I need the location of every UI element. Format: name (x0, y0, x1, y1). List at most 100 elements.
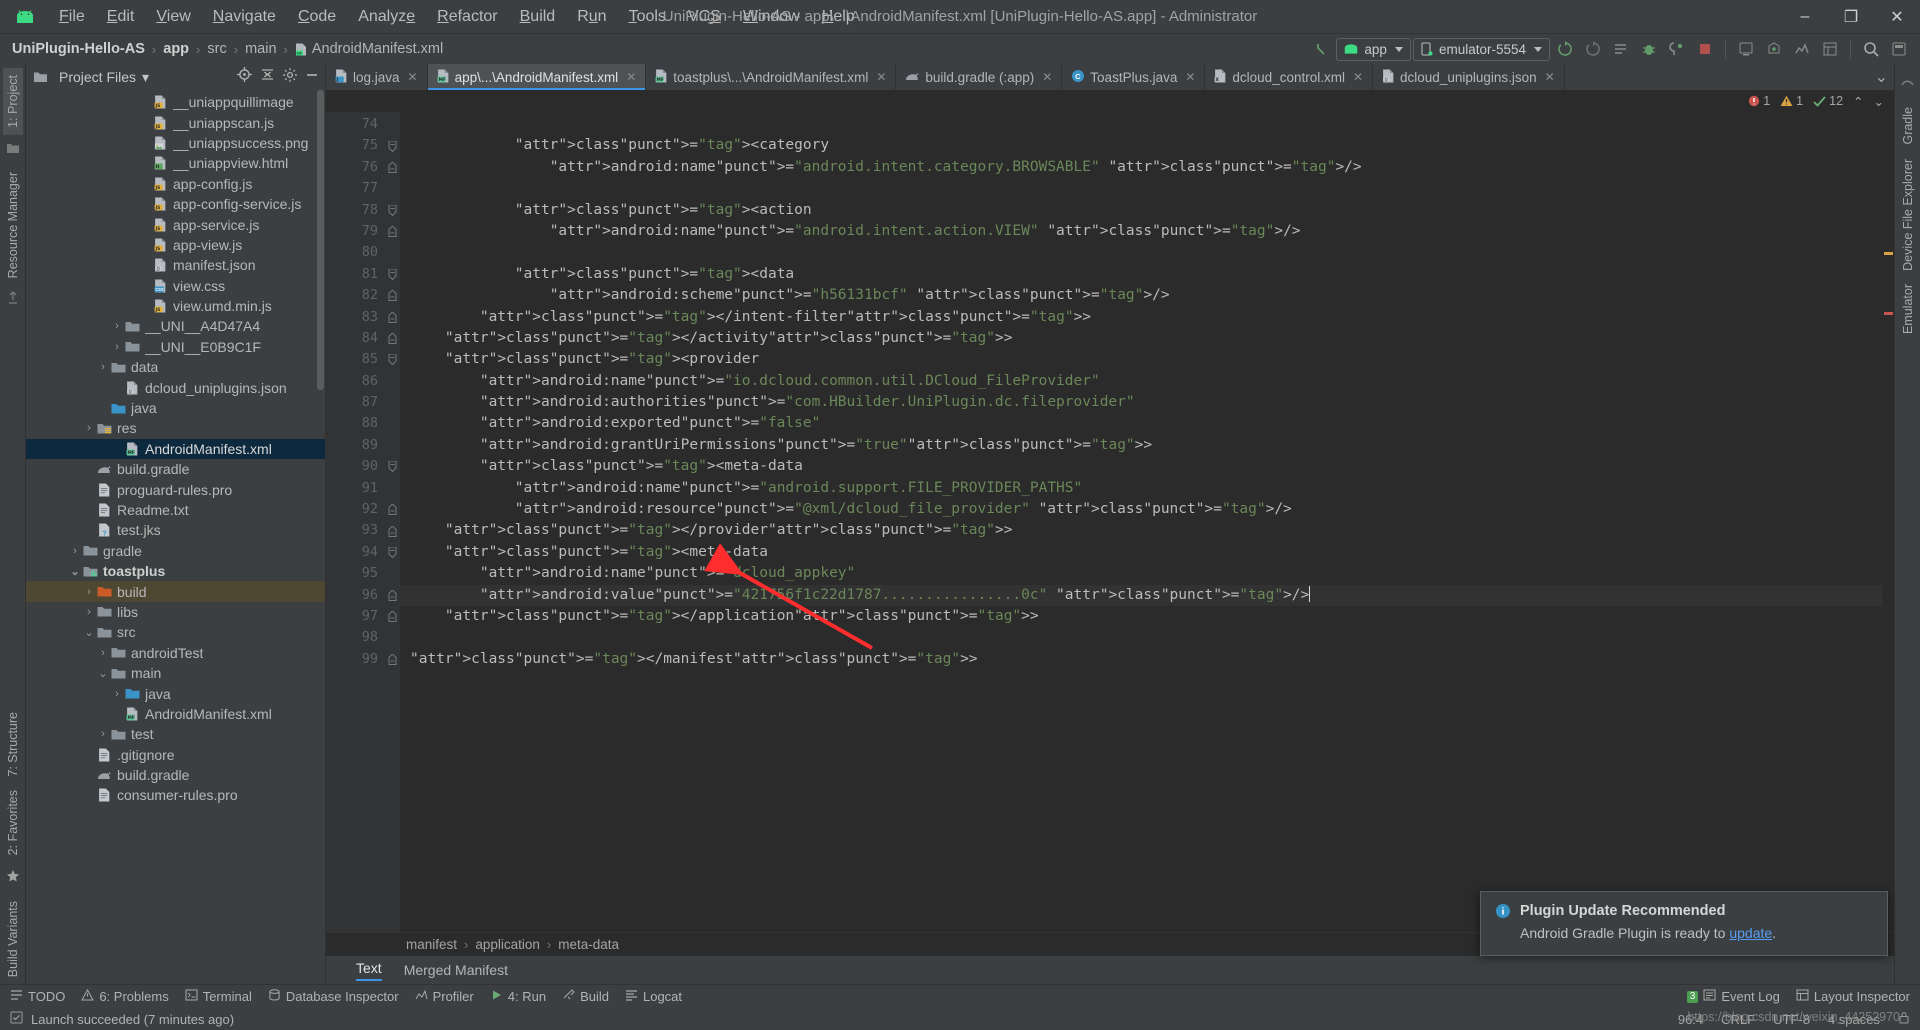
tree-item[interactable]: MF AndroidManifest.xml (26, 704, 325, 724)
tree-item[interactable]: JS app-config.js (26, 174, 325, 194)
menu-tools[interactable]: Tools (618, 4, 677, 30)
menu-help[interactable]: Help (811, 4, 866, 30)
tree-item[interactable]: build.gradle (26, 765, 325, 785)
tree-item[interactable]: JS app-service.js (26, 214, 325, 234)
fold-marker-icon[interactable] (384, 328, 400, 349)
editor-tab[interactable]: {} dcloud_uniplugins.json ✕ (1373, 64, 1565, 90)
code-editor[interactable]: 74 75 76 77 78 79 80 81 82 83 84 85 86 87 88 89 90 91 92 93… (326, 112, 1894, 932)
tool-window-layout-inspector[interactable]: Layout Inspector (1796, 989, 1910, 1004)
menu-view[interactable]: View (145, 4, 201, 30)
editor-view-tab-merged-manifest[interactable]: Merged Manifest (404, 962, 508, 978)
fold-marker-icon[interactable] (384, 157, 400, 178)
scroll-from-source-icon[interactable] (237, 67, 252, 87)
tree-item[interactable]: ⌄ toastplus (26, 561, 325, 581)
menu-refactor[interactable]: Refactor (426, 4, 508, 30)
device-selector[interactable]: emulator-5554 (1412, 37, 1550, 61)
close-icon[interactable]: ✕ (626, 70, 636, 84)
chevron-down-icon[interactable]: ⌄ (68, 565, 82, 578)
editor-tab-bar[interactable]: Jlog.java ✕ MF app\...\AndroidManifest.xml ✕… (326, 64, 1894, 90)
chevron-right-icon[interactable]: › (82, 422, 96, 434)
chevron-right-icon[interactable]: › (82, 606, 96, 618)
attach-debugger-icon[interactable] (1664, 36, 1690, 62)
tree-item[interactable]: consumer-rules.pro (26, 785, 325, 805)
tree-scrollbar[interactable] (317, 90, 324, 390)
chevron-right-icon[interactable]: › (110, 688, 124, 700)
chevron-right-icon[interactable]: › (96, 647, 110, 659)
fold-marker-icon[interactable] (384, 499, 400, 520)
chevron-right-icon[interactable]: › (82, 586, 96, 598)
tree-item[interactable]: MF AndroidManifest.xml (26, 438, 325, 460)
breadcrumb[interactable]: UniPlugin-Hello-AS › app › src › main › MF Androi… (12, 41, 443, 57)
tool-window-4-run[interactable]: 4: Run (490, 989, 546, 1004)
menu-navigate[interactable]: Navigate (202, 4, 287, 30)
fold-marker-icon[interactable] (384, 456, 400, 477)
notification-popup[interactable]: Plugin Update Recommended Android Gradle… (1480, 891, 1888, 956)
menu-code[interactable]: Code (287, 4, 347, 30)
tree-item[interactable]: build.gradle (26, 459, 325, 479)
code-line[interactable]: "attr">android:name"punct">="android.int… (400, 221, 1894, 242)
run-configuration-selector[interactable]: app (1336, 37, 1411, 61)
fold-marker-icon[interactable] (384, 349, 400, 370)
tool-window-bar[interactable]: TODO 6: Problems Terminal Database Inspecto… (0, 984, 1920, 1008)
sidebar-item-project[interactable]: 1: Project (2, 68, 23, 135)
tree-item[interactable]: › data (26, 357, 325, 377)
fold-marker-icon[interactable] (384, 649, 400, 670)
editor-breadcrumb-item-meta-data[interactable]: meta-data (558, 937, 619, 952)
tree-item[interactable]: JS __uniappquillimage (26, 92, 325, 112)
tree-item[interactable]: .gitignore (26, 745, 325, 765)
window-controls[interactable]: – ❐ ✕ (1782, 0, 1920, 34)
run-icon[interactable] (1552, 36, 1578, 62)
chevron-right-icon[interactable]: › (110, 320, 124, 332)
sidebar-item-structure[interactable]: 7: Structure (3, 705, 23, 784)
tree-item[interactable]: java (26, 398, 325, 418)
code-line[interactable]: "attr">android:authorities"punct">="com.… (400, 392, 1894, 413)
sidebar-item-emulator[interactable]: Emulator (1898, 277, 1918, 341)
apply-changes-icon[interactable] (1608, 36, 1634, 62)
code-folding-gutter[interactable] (384, 112, 400, 932)
back-arrow-icon[interactable] (1308, 36, 1334, 62)
minimize-button[interactable]: – (1782, 0, 1828, 34)
code-line[interactable]: "attr">android:value"punct">="421756f1c2… (400, 584, 1894, 606)
editor-tab[interactable]: build.gradle (:app) ✕ (896, 64, 1063, 90)
editor-view-tabs[interactable]: Text Merged Manifest (326, 956, 1894, 984)
code-line[interactable]: "attr">class"punct">="tag"><category (400, 135, 1894, 156)
code-line[interactable]: "attr">class"punct">="tag"></provider"at… (400, 520, 1894, 541)
tool-window-database-inspector[interactable]: Database Inspector (268, 989, 399, 1004)
tree-item[interactable]: JS app-view.js (26, 235, 325, 255)
editor-breadcrumb-item-application[interactable]: application (475, 937, 540, 952)
code-content[interactable]: "attr">class"punct">="tag"><category "at… (400, 112, 1894, 932)
project-file-tree[interactable]: JS __uniappquillimage JS __uniappscan.js __u… (26, 90, 325, 984)
tool-window-profiler[interactable]: Profiler (415, 989, 474, 1004)
chevron-right-icon[interactable]: › (96, 728, 110, 740)
prev-problem-icon[interactable]: ⌃ (1853, 94, 1863, 109)
menu-bar[interactable]: File Edit View Navigate Code Analyze Refactor B… (48, 4, 866, 30)
code-line[interactable]: "attr">class"punct">="tag"><meta-data (400, 542, 1894, 563)
code-line[interactable]: "attr">class"punct">="tag"></activity"at… (400, 328, 1894, 349)
tree-item[interactable]: JS view.umd.min.js (26, 296, 325, 316)
fold-marker-icon[interactable] (384, 264, 400, 285)
code-line[interactable] (400, 242, 1894, 263)
code-line[interactable]: "attr">android:grantUriPermissions"punct… (400, 435, 1894, 456)
tool-window-build[interactable]: Build (562, 989, 609, 1004)
chevron-right-icon[interactable]: › (68, 545, 82, 557)
tree-item[interactable]: JS __uniappscan.js (26, 112, 325, 132)
breadcrumb-item-app[interactable]: app (163, 41, 189, 57)
close-icon[interactable]: ✕ (1545, 70, 1555, 84)
menu-edit[interactable]: Edit (96, 4, 146, 30)
tree-item[interactable]: › __UNI__A4D47A4 (26, 316, 325, 336)
tree-item[interactable]: › androidTest (26, 643, 325, 663)
code-line[interactable]: "attr">android:name"punct">="dcloud_appk… (400, 563, 1894, 584)
code-line[interactable]: "attr">android:exported"punct">="false" (400, 413, 1894, 434)
editor-view-tab-text[interactable]: Text (356, 960, 382, 981)
tree-item[interactable]: › libs (26, 602, 325, 622)
search-icon[interactable] (1858, 36, 1884, 62)
fold-marker-icon[interactable] (384, 285, 400, 306)
tool-window-todo[interactable]: TODO (10, 989, 65, 1004)
code-line[interactable]: "attr">android:scheme"punct">="h56131bcf… (400, 285, 1894, 306)
hide-panel-icon[interactable] (305, 68, 319, 87)
tree-item[interactable]: › gradle (26, 541, 325, 561)
editor-tab[interactable]: Jlog.java ✕ (326, 64, 428, 90)
chevron-down-icon[interactable]: ⌄ (96, 667, 110, 680)
sidebar-item-favorites[interactable]: 2: Favorites (3, 783, 23, 862)
code-line[interactable]: "attr">class"punct">="tag"><meta-data (400, 456, 1894, 477)
